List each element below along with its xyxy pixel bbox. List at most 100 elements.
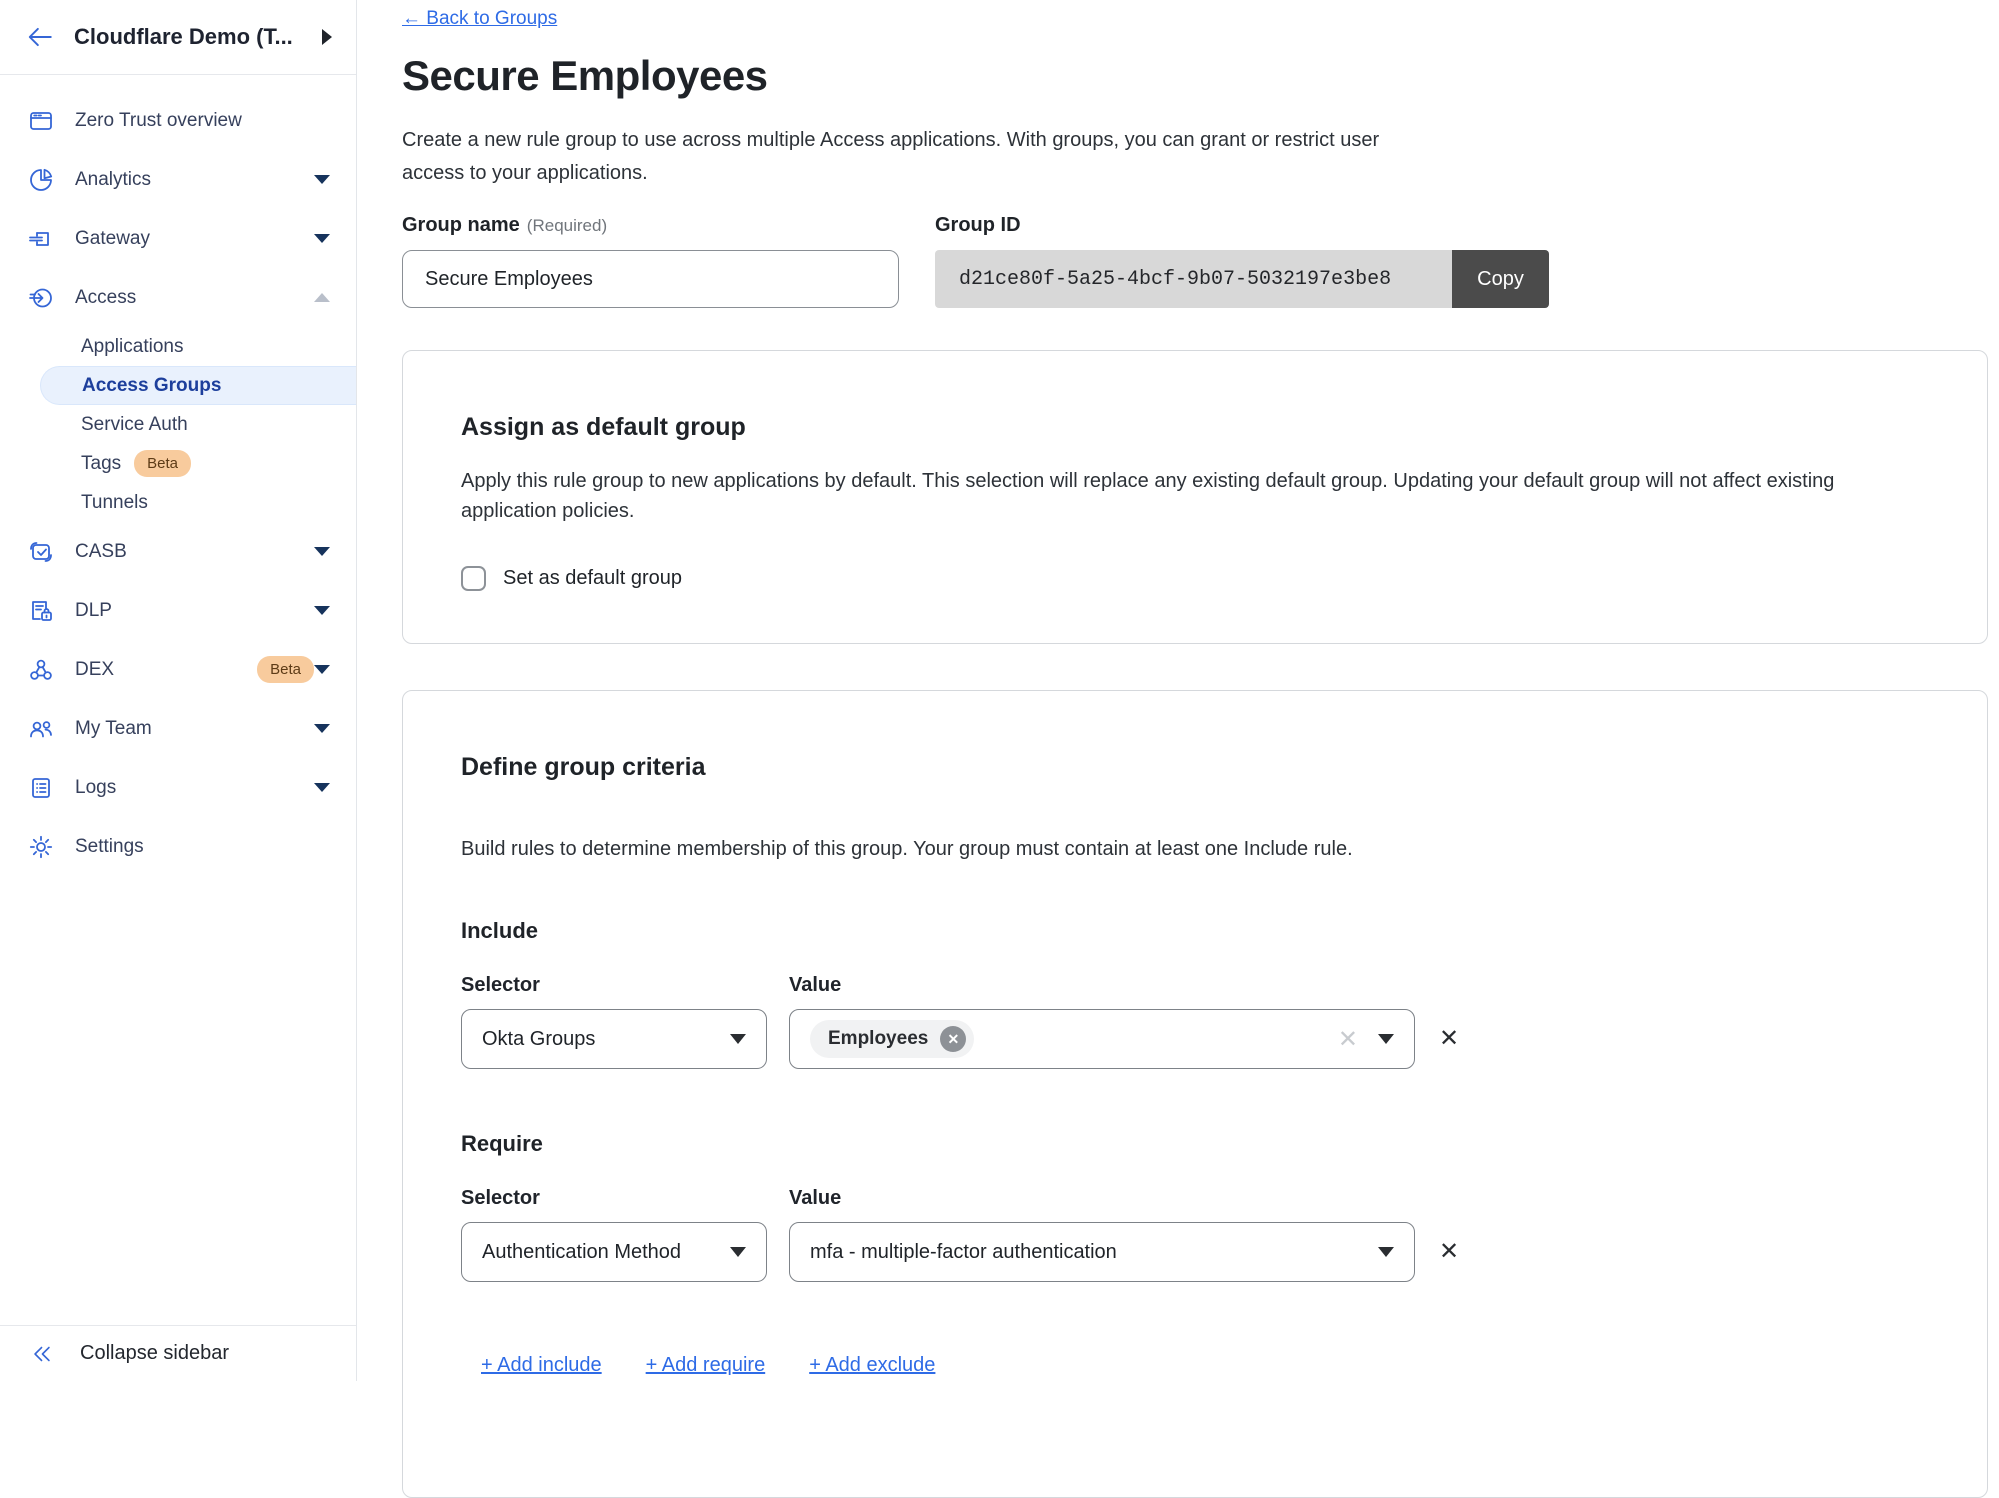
value-chip-label: Employees xyxy=(828,1028,928,1050)
require-column-labels: Selector Value xyxy=(461,1187,1929,1210)
back-arrow-icon[interactable] xyxy=(26,23,54,51)
clear-value-icon[interactable]: ✕ xyxy=(1338,1025,1358,1054)
group-name-label: Group name (Required) xyxy=(402,214,935,237)
team-icon xyxy=(26,716,56,742)
required-hint: (Required) xyxy=(527,216,607,235)
group-id-box: d21ce80f-5a25-4bcf-9b07-5032197e3be8 Cop… xyxy=(935,250,1549,308)
include-value-multiselect[interactable]: Employees ✕ ✕ xyxy=(789,1009,1415,1069)
sidebar-account-header: Cloudflare Demo (T... xyxy=(0,0,356,75)
add-require-link[interactable]: + Add require xyxy=(646,1354,766,1377)
sidebar-item-label: Settings xyxy=(75,836,330,858)
sidebar-item-service-auth[interactable]: Service Auth xyxy=(0,405,356,444)
chevron-down-icon xyxy=(1378,1247,1394,1257)
account-title[interactable]: Cloudflare Demo (T... xyxy=(74,24,322,50)
include-rule-row: Okta Groups Employees ✕ ✕ ✕ xyxy=(461,1009,1929,1069)
rule-action-links: + Add include + Add require + Add exclud… xyxy=(461,1354,1929,1377)
chevron-down-icon[interactable] xyxy=(314,606,330,615)
criteria-card: Define group criteria Build rules to det… xyxy=(402,690,1988,1498)
gateway-icon xyxy=(26,226,56,252)
add-exclude-link[interactable]: + Add exclude xyxy=(809,1354,935,1377)
sidebar-item-zero-trust-overview[interactable]: Zero Trust overview xyxy=(0,91,356,150)
chevron-down-icon[interactable] xyxy=(314,724,330,733)
network-icon xyxy=(26,657,56,683)
default-group-checkbox[interactable] xyxy=(461,566,486,591)
sidebar-item-access[interactable]: Access xyxy=(0,268,356,327)
sidebar-item-dlp[interactable]: DLP xyxy=(0,581,356,640)
group-id-field-group: Group ID d21ce80f-5a25-4bcf-9b07-5032197… xyxy=(935,214,1549,308)
double-chevron-left-icon xyxy=(30,1342,54,1366)
sidebar-item-my-team[interactable]: My Team xyxy=(0,699,356,758)
chevron-down-icon xyxy=(1378,1034,1394,1044)
add-include-link[interactable]: + Add include xyxy=(481,1354,602,1377)
remove-require-rule-icon[interactable]: ✕ xyxy=(1439,1240,1459,1264)
sidebar-item-label: Logs xyxy=(75,777,314,799)
sidebar-item-gateway[interactable]: Gateway xyxy=(0,209,356,268)
sidebar-item-dex[interactable]: DEX Beta xyxy=(0,640,356,699)
doc-lock-icon xyxy=(26,598,56,624)
sidebar-item-label: DLP xyxy=(75,600,314,622)
sidebar-item-logs[interactable]: Logs xyxy=(0,758,356,817)
require-selector-label: Selector xyxy=(461,1187,789,1210)
remove-include-rule-icon[interactable]: ✕ xyxy=(1439,1027,1459,1051)
beta-badge: Beta xyxy=(134,450,191,477)
chevron-down-icon[interactable] xyxy=(314,783,330,792)
chevron-down-icon xyxy=(730,1247,746,1257)
chevron-right-icon[interactable] xyxy=(322,29,332,45)
pie-chart-icon xyxy=(26,167,56,193)
group-id-value: d21ce80f-5a25-4bcf-9b07-5032197e3be8 xyxy=(935,250,1452,308)
sidebar-item-label: Access Groups xyxy=(82,375,221,397)
chevron-down-icon[interactable] xyxy=(314,234,330,243)
access-subnav: Applications Access Groups Service Auth … xyxy=(0,327,356,522)
chevron-up-icon[interactable] xyxy=(314,293,330,302)
include-selector-value: Okta Groups xyxy=(482,1028,595,1051)
group-name-label-text: Group name xyxy=(402,214,520,236)
sidebar-item-label: My Team xyxy=(75,718,314,740)
list-doc-icon xyxy=(26,775,56,801)
group-name-input[interactable] xyxy=(402,250,899,308)
group-name-field-group: Group name (Required) xyxy=(402,214,935,308)
chevron-down-icon[interactable] xyxy=(314,665,330,674)
sidebar-item-label: Tags xyxy=(81,453,121,475)
default-group-card-description: Apply this rule group to new application… xyxy=(461,466,1891,526)
sidebar-item-applications[interactable]: Applications xyxy=(0,327,356,366)
chevron-down-icon[interactable] xyxy=(314,175,330,184)
sidebar-item-access-groups[interactable]: Access Groups xyxy=(40,366,356,405)
sidebar-item-label: Tunnels xyxy=(81,492,148,514)
default-group-checkbox-row: Set as default group xyxy=(461,566,1929,591)
window-icon xyxy=(26,108,56,134)
sidebar-item-settings[interactable]: Settings xyxy=(0,817,356,876)
chevron-down-icon[interactable] xyxy=(314,547,330,556)
include-heading: Include xyxy=(461,918,1929,944)
collapse-sidebar-label: Collapse sidebar xyxy=(80,1342,229,1365)
sidebar-item-tags[interactable]: Tags Beta xyxy=(0,444,356,483)
back-to-groups-link[interactable]: ← Back to Groups xyxy=(402,8,557,30)
require-value-dropdown[interactable]: mfa - multiple-factor authentication xyxy=(789,1222,1415,1282)
criteria-card-description: Build rules to determine membership of t… xyxy=(461,834,1891,864)
sidebar-item-label: Applications xyxy=(81,336,183,358)
require-heading: Require xyxy=(461,1131,1929,1157)
value-chip: Employees ✕ xyxy=(810,1020,974,1058)
sidebar-nav: Zero Trust overview Analytics Gateway Ac… xyxy=(0,75,356,876)
include-column-labels: Selector Value xyxy=(461,974,1929,997)
require-selector-value: Authentication Method xyxy=(482,1241,681,1264)
sidebar-item-label: DEX xyxy=(75,659,244,681)
include-selector-label: Selector xyxy=(461,974,789,997)
copy-button[interactable]: Copy xyxy=(1452,250,1549,308)
require-value: mfa - multiple-factor authentication xyxy=(810,1241,1117,1264)
default-group-card: Assign as default group Apply this rule … xyxy=(402,350,1988,644)
login-icon xyxy=(26,285,56,311)
collapse-sidebar-button[interactable]: Collapse sidebar xyxy=(0,1325,356,1381)
sidebar-item-analytics[interactable]: Analytics xyxy=(0,150,356,209)
require-rule-row: Authentication Method mfa - multiple-fac… xyxy=(461,1222,1929,1282)
chevron-down-icon xyxy=(730,1034,746,1044)
sidebar-item-label: Analytics xyxy=(75,169,314,191)
require-selector-dropdown[interactable]: Authentication Method xyxy=(461,1222,767,1282)
casb-icon xyxy=(26,539,56,565)
beta-badge: Beta xyxy=(257,656,314,683)
sidebar-item-casb[interactable]: CASB xyxy=(0,522,356,581)
chip-remove-icon[interactable]: ✕ xyxy=(940,1026,966,1052)
sidebar-item-tunnels[interactable]: Tunnels xyxy=(0,483,356,522)
default-group-card-title: Assign as default group xyxy=(461,413,1929,442)
sidebar: Cloudflare Demo (T... Zero Trust overvie… xyxy=(0,0,357,1381)
include-selector-dropdown[interactable]: Okta Groups xyxy=(461,1009,767,1069)
